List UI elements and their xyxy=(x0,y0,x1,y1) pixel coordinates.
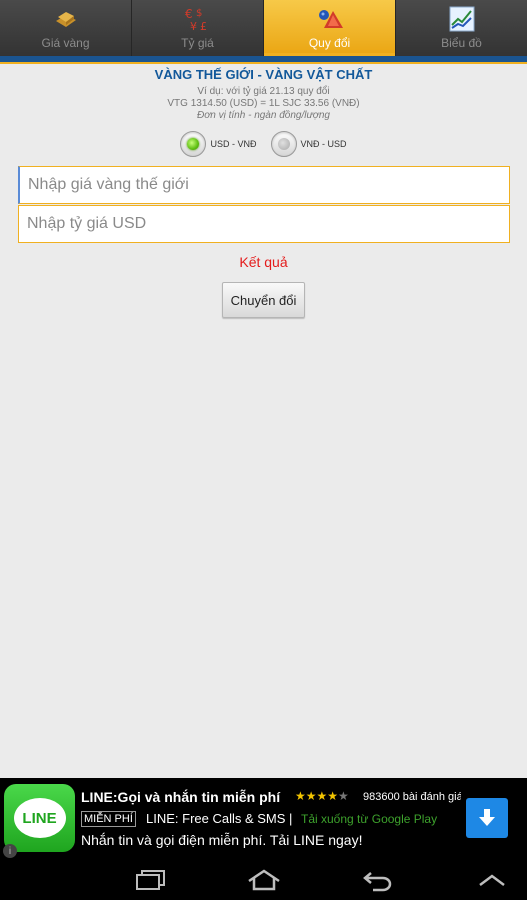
radio-selected-dot xyxy=(187,138,200,150)
radio-circle[interactable] xyxy=(270,131,297,157)
ad-app-name: LINE: Free Calls & SMS | xyxy=(146,811,293,826)
tab-bar: Giá vàng € $ ¥ £ Tỷ giá Quy đổi Biểu đồ xyxy=(0,0,527,56)
tab-label: Tỷ giá xyxy=(181,36,214,50)
world-gold-price-input[interactable] xyxy=(18,166,510,204)
recent-apps-icon xyxy=(136,870,165,890)
back-arrow-icon xyxy=(363,872,392,892)
currency-symbols-icon: € $ ¥ £ xyxy=(184,6,212,32)
tab-gold-price[interactable]: Giá vàng xyxy=(0,0,132,56)
radio-label: VNĐ - USD xyxy=(300,139,347,149)
radio-vnd-usd[interactable]: VNĐ - USD xyxy=(270,131,347,157)
ad-info-icon[interactable]: i xyxy=(3,844,17,858)
ad-store-link[interactable]: Tải xuống từ Google Play xyxy=(301,812,437,826)
tab-label: Quy đổi xyxy=(308,36,351,50)
chevron-up-icon xyxy=(479,874,505,886)
usd-rate-input[interactable] xyxy=(18,205,510,243)
ad-title[interactable]: LINE:Gọi và nhắn tin miễn phí xyxy=(81,789,280,805)
home-icon xyxy=(248,869,280,891)
recent-apps-button[interactable] xyxy=(130,866,170,894)
ad-review-count: 983600 bài đánh giá xyxy=(363,791,461,803)
svg-text:¥: ¥ xyxy=(190,20,197,32)
page-subtitle: VÀNG THẾ GIỚI - VÀNG VẬT CHẤT xyxy=(154,67,373,82)
ad-description: Nhắn tin và gọi điện miễn phí. Tải LINE … xyxy=(81,832,363,848)
gold-bar-icon xyxy=(52,6,80,32)
line-logo-text: LINE xyxy=(13,798,66,838)
conversion-direction-group: USD - VNĐ VNĐ - USD xyxy=(0,131,527,157)
convert-button[interactable]: Chuyển đổi xyxy=(222,282,305,318)
conversion-icon xyxy=(316,6,344,32)
tab-label: Giá vàng xyxy=(41,36,90,50)
example-line-2: VTG 1314.50 (USD) = 1L SJC 33.56 (VNĐ) xyxy=(167,98,360,109)
unit-note: Đơn vị tính - ngàn đồng/lượng xyxy=(197,110,330,121)
radio-circle[interactable] xyxy=(180,131,207,157)
menu-collapse-button[interactable] xyxy=(472,866,512,894)
rating-stars-icon: ★★★★★ xyxy=(295,789,349,803)
example-line-1: Ví dụ: với tỷ giá 21.13 quy đổi xyxy=(197,86,330,97)
tab-chart[interactable]: Biểu đồ xyxy=(396,0,527,56)
home-button[interactable] xyxy=(244,866,284,894)
svg-text:€: € xyxy=(185,7,193,21)
free-badge: MIỄN PHÍ xyxy=(81,811,136,827)
header-band xyxy=(0,56,527,64)
download-button[interactable] xyxy=(466,798,508,838)
radio-usd-vnd[interactable]: USD - VNĐ xyxy=(180,131,257,157)
result-label: Kết quả xyxy=(239,254,288,270)
svg-text:£: £ xyxy=(200,20,207,32)
line-logo-icon[interactable]: LINE xyxy=(4,784,75,852)
svg-text:$: $ xyxy=(196,8,202,19)
radio-unselected-dot xyxy=(277,138,290,150)
radio-label: USD - VNĐ xyxy=(210,139,257,149)
back-button[interactable] xyxy=(358,866,398,894)
system-navigation-bar xyxy=(0,858,527,900)
ad-banner[interactable]: LINE LINE:Gọi và nhắn tin miễn phí ★★★★★… xyxy=(0,778,527,858)
tab-label: Biểu đồ xyxy=(441,36,482,50)
tab-convert[interactable]: Quy đổi xyxy=(264,0,396,56)
chart-icon xyxy=(448,6,476,32)
download-arrow-icon xyxy=(479,809,495,826)
tab-exchange-rate[interactable]: € $ ¥ £ Tỷ giá xyxy=(132,0,264,56)
